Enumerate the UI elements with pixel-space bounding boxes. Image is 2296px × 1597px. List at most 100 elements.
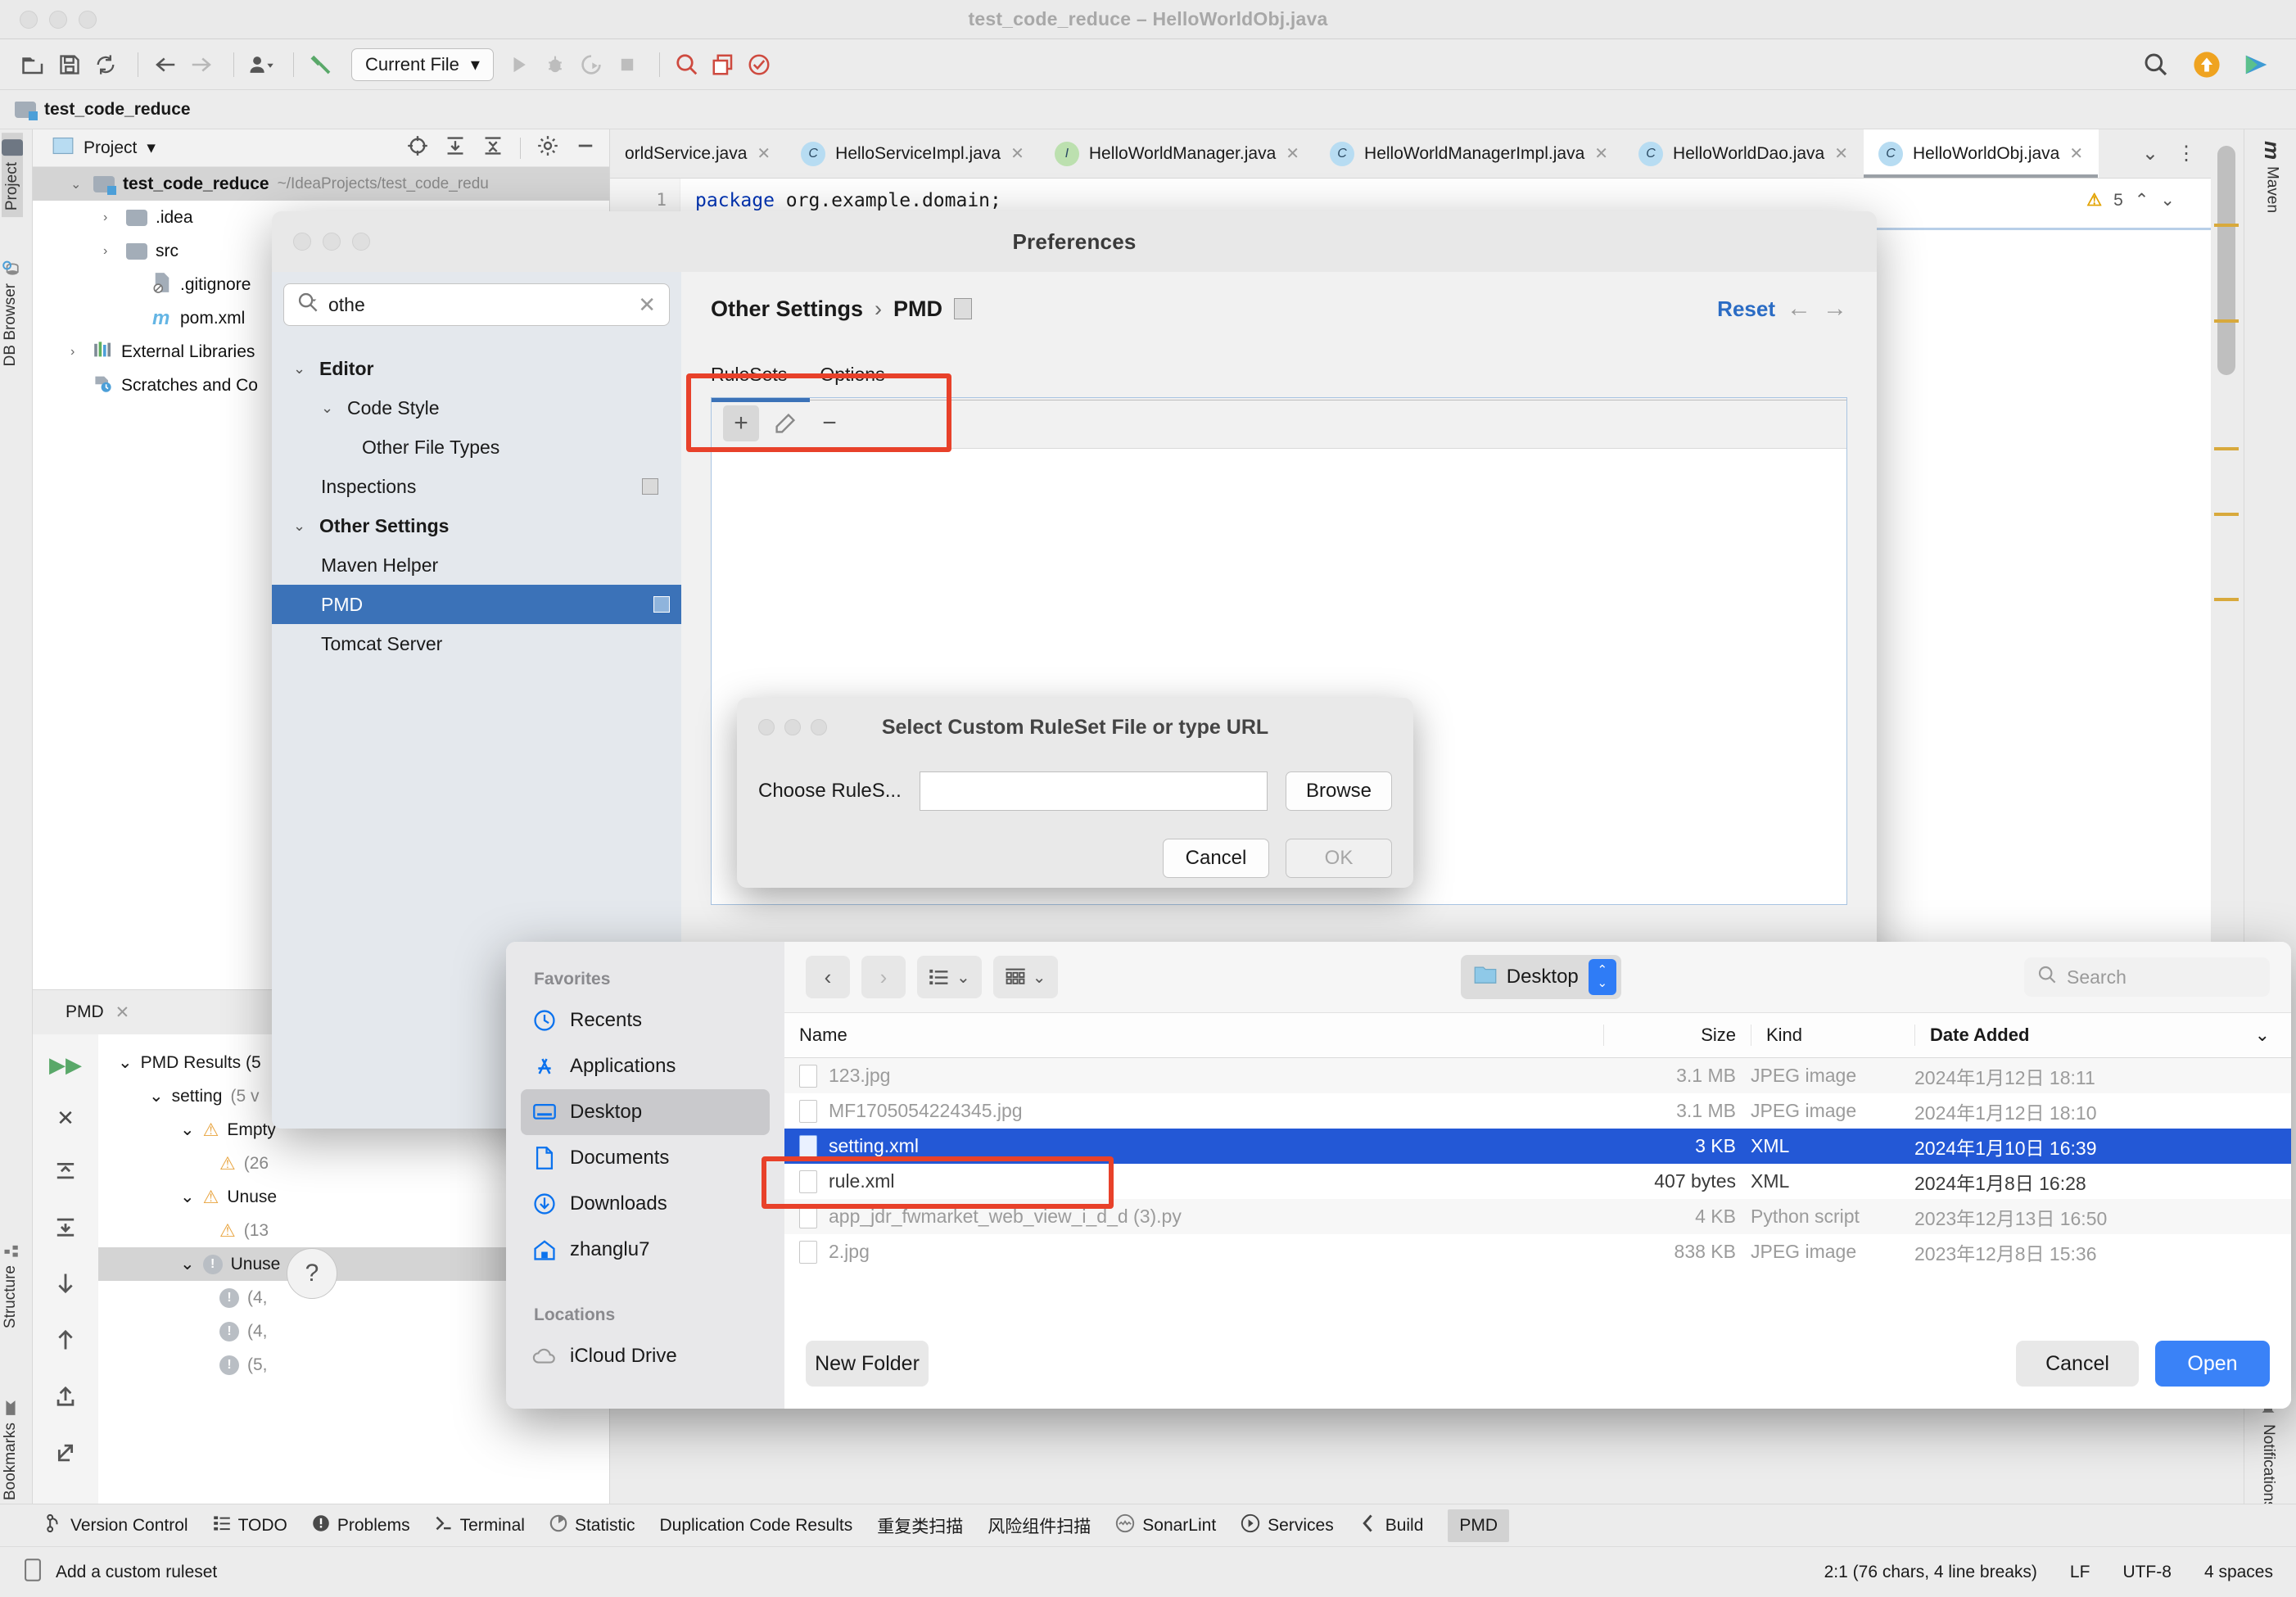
file-row-3[interactable]: rule.xml 407 bytes XML 2024年1月8日 16:28: [784, 1164, 2291, 1199]
browse-button[interactable]: Browse: [1286, 771, 1392, 811]
sync-icon[interactable]: [90, 49, 121, 80]
close-icon[interactable]: ✕: [1010, 143, 1024, 164]
gear-icon[interactable]: [537, 135, 558, 161]
tab-rulesets[interactable]: RuleSets: [711, 364, 787, 386]
hammer-build-icon[interactable]: [305, 49, 337, 80]
more-options-icon[interactable]: ⋮: [2176, 142, 2196, 165]
collapse-all-icon[interactable]: [482, 135, 504, 161]
cancel-button[interactable]: Cancel: [2016, 1341, 2139, 1387]
check-circle-red-icon[interactable]: [743, 49, 775, 80]
settings-item-maven-helper[interactable]: Maven Helper: [283, 545, 670, 585]
run-coverage-icon[interactable]: [576, 49, 607, 80]
settings-item-tomcat-server[interactable]: Tomcat Server: [283, 624, 670, 663]
prev-problem-icon[interactable]: ⌃: [2135, 190, 2149, 210]
bottom-item-dup-class-scan[interactable]: 重复类扫描: [877, 1513, 963, 1538]
magnifier-red-icon[interactable]: [671, 49, 703, 80]
open-folder-icon[interactable]: [18, 49, 49, 80]
indent-setting[interactable]: 4 spaces: [2204, 1563, 2273, 1582]
expand-all-icon[interactable]: [54, 1215, 77, 1244]
column-header-kind[interactable]: Kind: [1751, 1025, 1914, 1046]
chevron-down-icon[interactable]: ⌄: [2142, 142, 2158, 165]
chevron-down-icon[interactable]: ⌄: [118, 1052, 133, 1073]
line-separator[interactable]: LF: [2070, 1563, 2090, 1582]
column-header-size[interactable]: Size: [1603, 1025, 1751, 1046]
settings-item-pmd[interactable]: PMD: [272, 585, 681, 624]
nav-forward-button[interactable]: ›: [861, 956, 906, 998]
close-icon[interactable]: ✕: [1834, 143, 1848, 164]
user-avatar-icon[interactable]: [246, 49, 277, 80]
file-encoding[interactable]: UTF-8: [2122, 1563, 2172, 1582]
sidebar-item-recents[interactable]: Recents: [521, 998, 770, 1043]
hide-icon[interactable]: [575, 135, 596, 161]
file-row-5[interactable]: 2.jpg 838 KB JPEG image 2023年12月8日 15:36: [784, 1234, 2291, 1269]
file-search-box[interactable]: Search: [2023, 957, 2270, 997]
scrollbar-thumb[interactable]: [2217, 146, 2235, 375]
forward-arrow-icon[interactable]: [186, 49, 217, 80]
chevron-down-icon[interactable]: ⌄: [293, 360, 310, 378]
ok-button[interactable]: OK: [1286, 839, 1392, 878]
stepper-icon[interactable]: ⌃ ⌄: [1588, 959, 1616, 995]
settings-search-box[interactable]: othe ✕: [283, 283, 670, 326]
breadcrumb-root[interactable]: Other Settings: [711, 296, 863, 322]
tree-row-test-code-reduce[interactable]: ⌄ test_code_reduce ~/IdeaProjects/test_c…: [33, 167, 609, 201]
collapse-all-icon[interactable]: [54, 1159, 77, 1188]
chevron-down-icon[interactable]: ⌄: [149, 1086, 164, 1106]
ruleset-path-input[interactable]: [919, 771, 1268, 811]
sidebar-item-bookmarks[interactable]: Bookmarks: [2, 1393, 20, 1507]
rerun-icon[interactable]: ▶▶: [49, 1052, 82, 1078]
chevron-down-icon[interactable]: ⌄: [321, 400, 337, 417]
settings-item-other-file-types[interactable]: Other File Types: [283, 428, 670, 467]
editor-scroll-markers[interactable]: [2211, 129, 2242, 989]
new-folder-button[interactable]: New Folder: [806, 1341, 929, 1387]
settings-item-code-style[interactable]: ⌄ Code Style: [283, 388, 670, 428]
tab-options[interactable]: Options: [820, 364, 884, 386]
file-row-4[interactable]: app_jdr_fwmarket_web_view_i_d_d (3).py 4…: [784, 1199, 2291, 1234]
app-logo-icon[interactable]: [2242, 49, 2273, 80]
inspection-widget[interactable]: ⚠ 5 ⌃ ⌄: [2086, 190, 2175, 210]
open-button[interactable]: Open: [2155, 1341, 2270, 1387]
close-icon[interactable]: ✕: [757, 143, 771, 164]
help-button[interactable]: ?: [287, 1248, 337, 1299]
copy-red-icon[interactable]: [707, 49, 739, 80]
group-by-button[interactable]: ⌄: [992, 956, 1058, 998]
chevron-right-icon[interactable]: ›: [103, 210, 118, 225]
bottom-item-pmd[interactable]: PMD: [1448, 1509, 1510, 1542]
sidebar-item-icloud-drive[interactable]: iCloud Drive: [521, 1333, 770, 1379]
back-arrow-icon[interactable]: ←: [1787, 295, 1811, 323]
chevron-down-icon[interactable]: ⌄: [180, 1254, 195, 1274]
next-problem-icon[interactable]: ⌄: [2160, 190, 2175, 210]
current-folder-selector[interactable]: Desktop ⌃ ⌄: [1460, 955, 1621, 999]
sidebar-item-desktop[interactable]: Desktop: [521, 1089, 770, 1135]
run-icon[interactable]: [504, 49, 535, 80]
editor-tab-2[interactable]: I HelloWorldManager.java ✕: [1040, 129, 1315, 178]
update-badge-icon[interactable]: [2191, 49, 2222, 80]
sidebar-item-applications[interactable]: Applications: [521, 1043, 770, 1089]
remove-ruleset-button[interactable]: −: [811, 405, 847, 441]
open-external-icon[interactable]: [55, 1441, 76, 1470]
chevron-down-icon[interactable]: ▾: [147, 138, 156, 158]
editor-tab-3[interactable]: C HelloWorldManagerImpl.java ✕: [1315, 129, 1624, 178]
sidebar-item-db-browser[interactable]: DB Browser: [2, 252, 20, 373]
run-configuration-selector[interactable]: Current File ▾: [351, 48, 494, 81]
bottom-item-statistic[interactable]: Statistic: [549, 1514, 635, 1537]
chevron-right-icon[interactable]: ›: [70, 345, 85, 360]
add-ruleset-button[interactable]: +: [723, 405, 759, 441]
sidebar-item-home[interactable]: zhanglu7: [521, 1227, 770, 1273]
search-icon[interactable]: [2140, 49, 2172, 80]
sidebar-item-notifications[interactable]: Notifications: [2259, 1401, 2277, 1509]
editor-tab-5[interactable]: C HelloWorldObj.java ✕: [1864, 129, 2099, 178]
sidebar-item-project[interactable]: Project: [2, 133, 23, 218]
file-row-0[interactable]: 123.jpg 3.1 MB JPEG image 2024年1月12日 18:…: [784, 1058, 2291, 1093]
editor-tab-0[interactable]: orldService.java ✕: [610, 129, 786, 178]
bottom-item-problems[interactable]: Problems: [312, 1514, 410, 1537]
sidebar-item-downloads[interactable]: Downloads: [521, 1181, 770, 1227]
nav-back-button[interactable]: ‹: [806, 956, 850, 998]
cancel-button[interactable]: Cancel: [1163, 839, 1269, 878]
bottom-item-duplication-code-results[interactable]: Duplication Code Results: [659, 1516, 852, 1536]
forward-arrow-icon[interactable]: →: [1823, 295, 1847, 323]
reset-button[interactable]: Reset: [1717, 296, 1775, 322]
bottom-item-services[interactable]: Services: [1241, 1513, 1334, 1538]
settings-item-editor[interactable]: ⌄ Editor: [283, 349, 670, 388]
locate-icon[interactable]: [407, 135, 428, 161]
close-icon[interactable]: ✕: [115, 1002, 130, 1023]
